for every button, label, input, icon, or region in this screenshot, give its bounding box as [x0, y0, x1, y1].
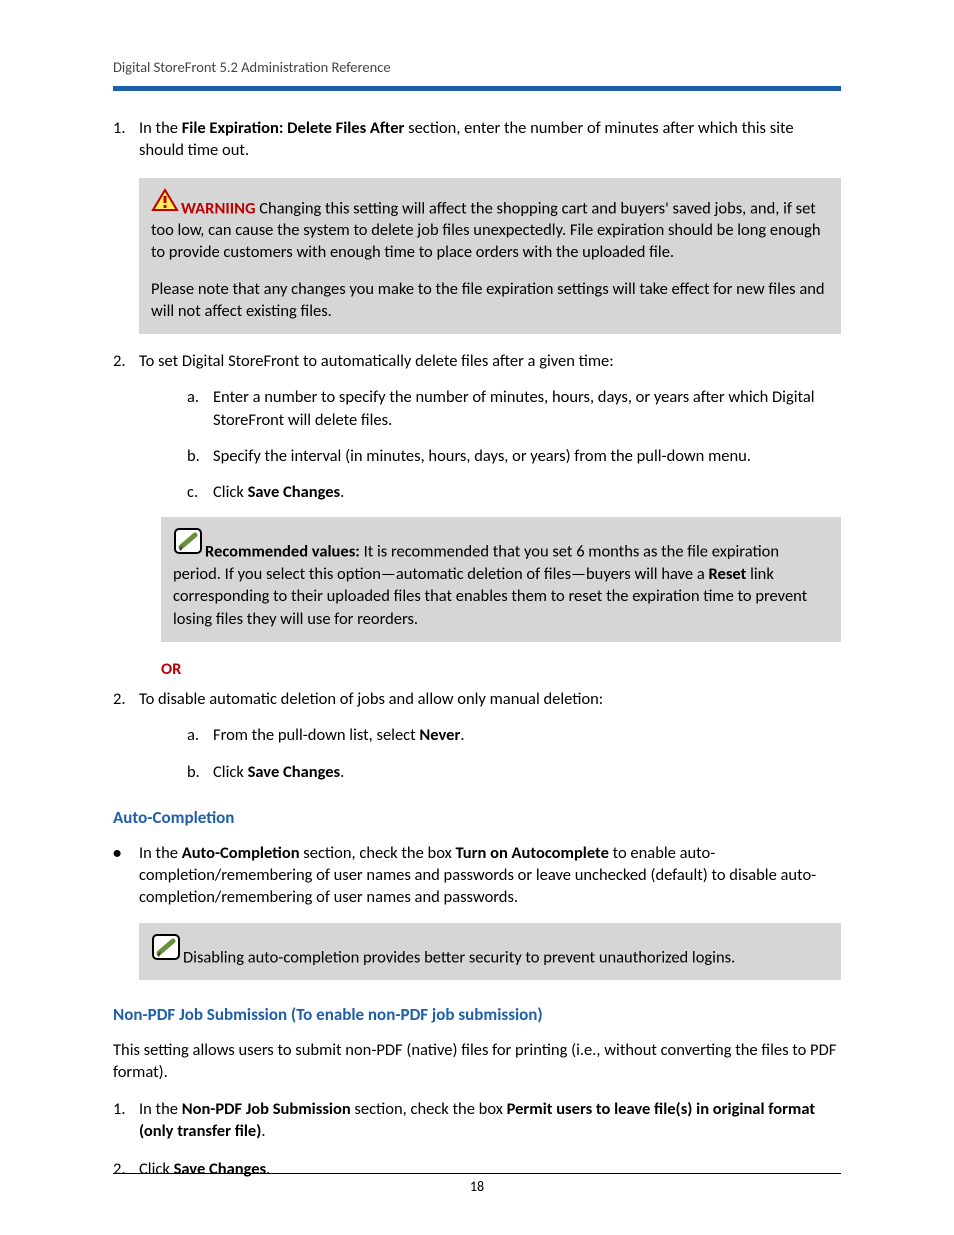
note-text: Disabling auto-completion provides bette… [183, 947, 735, 967]
auto-completion-note: Disabling auto-completion provides bette… [139, 923, 841, 981]
step-1: 1.In the File Expiration: Delete Files A… [139, 117, 841, 162]
bullet-text: In the Auto-Completion section, check th… [139, 843, 816, 908]
recommended-label: Recommended values: [205, 542, 360, 562]
page-number: 18 [113, 1178, 841, 1195]
sub-text: Enter a number to specify the number of … [213, 387, 815, 429]
or-divider: OR [161, 658, 841, 680]
header-rule [113, 86, 841, 91]
warning-text-2: Please note that any changes you make to… [151, 278, 829, 323]
step-2b: b.Specify the interval (in minutes, hour… [213, 445, 841, 467]
page-footer: 18 [113, 1173, 841, 1195]
sub-label: b. [187, 445, 213, 467]
sub-text: Click Save Changes. [213, 762, 344, 782]
sub-label: b. [187, 761, 213, 783]
sub-label: c. [187, 481, 213, 503]
step-number: 1. [113, 117, 139, 139]
step-2-alt: 2.To disable automatic deletion of jobs … [139, 688, 841, 783]
non-pdf-intro: This setting allows users to submit non-… [113, 1039, 841, 1084]
step-text: To set Digital StoreFront to automatical… [139, 351, 614, 371]
running-header: Digital StoreFront 5.2 Administration Re… [113, 58, 841, 76]
step-number: 2. [113, 688, 139, 710]
step-number: 1. [113, 1098, 139, 1120]
non-pdf-step-1: 1.In the Non-PDF Job Submission section,… [139, 1098, 841, 1143]
step-number: 2. [113, 350, 139, 372]
note-icon [173, 527, 203, 561]
step-2alt-a: a.From the pull-down list, select Never. [213, 724, 841, 746]
footer-rule [113, 1173, 841, 1174]
step-2alt-b: b.Click Save Changes. [213, 761, 841, 783]
sub-label: a. [187, 386, 213, 408]
bullet-icon: • [113, 842, 139, 864]
step-2c: c.Click Save Changes. [213, 481, 841, 503]
document-page: Digital StoreFront 5.2 Administration Re… [0, 0, 954, 1235]
step-2a: a.Enter a number to specify the number o… [213, 386, 841, 431]
recommended-callout: Recommended values: It is recommended th… [161, 517, 841, 641]
warning-label: WARNIING [181, 198, 256, 218]
note-icon [151, 933, 181, 967]
heading-non-pdf: Non-PDF Job Submission (To enable non-PD… [113, 1004, 841, 1027]
step-text: In the File Expiration: Delete Files Aft… [139, 118, 794, 160]
sub-text: From the pull-down list, select Never. [213, 725, 464, 745]
sub-text: Specify the interval (in minutes, hours,… [213, 446, 751, 466]
sub-label: a. [187, 724, 213, 746]
step-2: 2.To set Digital StoreFront to automatic… [139, 350, 841, 503]
warning-callout: WARNIING Changing this setting will affe… [139, 178, 841, 335]
step-text: In the Non-PDF Job Submission section, c… [139, 1099, 815, 1141]
auto-completion-bullet: •In the Auto-Completion section, check t… [139, 842, 841, 909]
warning-icon [151, 188, 179, 218]
step-text: To disable automatic deletion of jobs an… [139, 689, 603, 709]
heading-auto-completion: Auto-Completion [113, 807, 841, 830]
body-content: 1.In the File Expiration: Delete Files A… [113, 117, 841, 1180]
sub-text: Click Save Changes. [213, 482, 344, 502]
